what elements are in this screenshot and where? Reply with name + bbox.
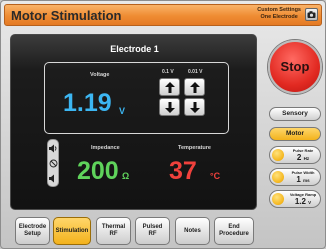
stop-button[interactable]: Stop <box>268 40 322 94</box>
tab-label-line2: Procedure <box>219 231 249 237</box>
tab-label-line2: RF <box>109 231 118 237</box>
tab-electrode-setup[interactable]: Electrode Setup <box>15 217 50 245</box>
app-window: Motor Stimulation Custom Settings One El… <box>0 0 326 249</box>
fine-down-button[interactable] <box>184 98 205 116</box>
voltage-ramp-unit: V <box>308 200 312 205</box>
tab-label-line2: Setup <box>24 231 41 237</box>
pulse-width-knob <box>272 171 284 183</box>
pulse-rate-knob <box>272 149 284 161</box>
voltage-ramp-button[interactable]: Voltage Ramp 1.2 V <box>269 190 321 208</box>
pulse-rate-button[interactable]: Pulse Rate 2 Hz <box>269 146 321 164</box>
pulse-width-value: 1 <box>296 175 301 184</box>
tab-label-line1: End <box>228 224 240 230</box>
motor-mode-button[interactable]: Motor <box>269 127 321 141</box>
pulse-width-unit: ms <box>303 178 310 183</box>
tab-notes[interactable]: Notes <box>175 217 210 245</box>
page-title: Motor Stimulation <box>11 8 122 23</box>
audio-controls <box>47 139 59 187</box>
sensory-mode-button[interactable]: Sensory <box>269 107 321 121</box>
camera-icon <box>307 11 316 18</box>
impedance-label: Impedance <box>91 145 120 151</box>
pulse-width-button[interactable]: Pulse Width 1 ms <box>269 168 321 186</box>
title-bar: Motor Stimulation Custom Settings One El… <box>4 4 322 26</box>
voltage-ramp-readout: 1.2 V <box>285 197 321 206</box>
coarse-step-label: 0.1 V <box>162 69 174 75</box>
arrow-down-icon <box>165 102 175 113</box>
temperature-unit: °C <box>210 171 221 181</box>
tab-label-line1: Notes <box>184 227 201 234</box>
tab-label-line1: Pulsed <box>142 224 163 230</box>
stop-label: Stop <box>280 59 310 74</box>
tab-thermal-rf[interactable]: Thermal RF <box>96 217 131 245</box>
voltage-label: Voltage <box>90 72 110 78</box>
voltage-ramp-knob <box>272 193 284 205</box>
voltage-box: Voltage 1.19 V 0.1 V 0.01 V <box>44 62 229 134</box>
pulse-rate-value: 2 <box>296 153 302 162</box>
impedance-value: 200 <box>77 157 119 185</box>
arrow-down-icon <box>190 102 200 113</box>
volume-down-icon[interactable] <box>49 174 58 183</box>
voltage-ramp-value: 1.2 <box>294 197 306 206</box>
pulse-width-readout: 1 ms <box>285 175 321 184</box>
arrow-up-icon <box>190 82 200 93</box>
tab-pulsed-rf[interactable]: Pulsed RF <box>135 217 170 245</box>
tab-label-line1: Electrode <box>18 224 47 230</box>
tab-label-line1: Stimulation <box>55 227 89 234</box>
voltage-value: 1.19 <box>63 89 112 117</box>
readout-panel: Electrode 1 Voltage 1.19 V 0.1 V 0.01 V <box>10 34 257 210</box>
impedance-unit: Ω <box>122 171 130 181</box>
custom-settings-line2: One Electrode <box>260 14 298 20</box>
mute-icon[interactable] <box>49 159 58 168</box>
tab-end-procedure[interactable]: End Procedure <box>214 217 254 245</box>
temperature-value: 37 <box>169 157 197 185</box>
coarse-down-button[interactable] <box>159 98 180 116</box>
pulse-rate-unit: Hz <box>303 156 310 161</box>
pulse-rate-readout: 2 Hz <box>285 153 321 162</box>
electrode-title: Electrode 1 <box>110 44 159 54</box>
custom-settings-indicator[interactable]: Custom Settings One Electrode <box>257 7 301 21</box>
coarse-up-button[interactable] <box>159 78 180 96</box>
tab-stimulation[interactable]: Stimulation <box>53 217 91 245</box>
custom-settings-line1: Custom Settings <box>257 7 301 13</box>
camera-button[interactable] <box>305 8 318 21</box>
voltage-unit: V <box>119 106 126 116</box>
temperature-label: Temperature <box>178 145 211 151</box>
fine-step-label: 0.01 V <box>188 69 203 75</box>
fine-up-button[interactable] <box>184 78 205 96</box>
volume-up-icon[interactable] <box>49 144 58 153</box>
tab-label-line1: Thermal <box>101 224 126 230</box>
arrow-up-icon <box>165 82 175 93</box>
tab-label-line2: RF <box>148 231 157 237</box>
